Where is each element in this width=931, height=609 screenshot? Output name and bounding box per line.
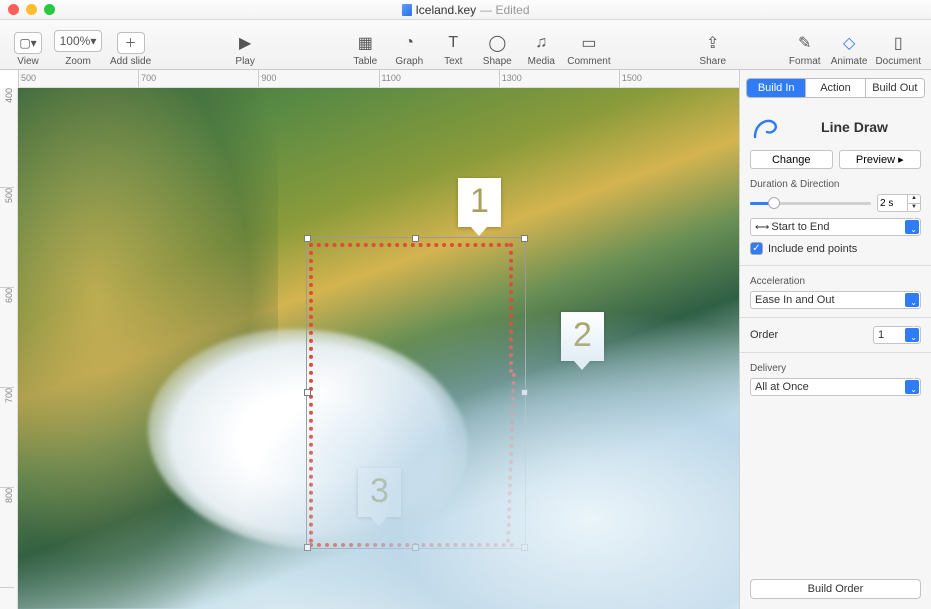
tab-build-in[interactable]: Build In (747, 79, 806, 97)
document-icon (401, 4, 411, 16)
duration-direction-label: Duration & Direction (750, 179, 921, 190)
toolbar: ▢▾ View 100% ▾ Zoom ＋ Add slide ▶ Play ▦… (0, 20, 931, 70)
fullscreen-window-button[interactable] (44, 4, 55, 15)
play-icon: ▶ (239, 33, 251, 53)
canvas[interactable]: 500700900 110013001500 400500600 700800 (0, 70, 739, 609)
slide[interactable]: 1 2 3 (18, 88, 739, 609)
titlebar: Iceland.key — Edited (0, 0, 931, 20)
step-up-icon[interactable]: ▲ (907, 194, 921, 203)
view-button[interactable]: ▢▾ View (10, 23, 46, 67)
include-endpoints-label: Include end points (768, 243, 857, 255)
shape-icon: ◯ (483, 32, 511, 54)
table-button[interactable]: ▦Table (347, 23, 383, 67)
graph-icon: ◔ (395, 32, 423, 54)
media-button[interactable]: ♫Media (523, 23, 559, 67)
change-effect-button[interactable]: Change (750, 150, 833, 169)
animate-tabs: Build In Action Build Out (746, 78, 925, 98)
resize-handle[interactable] (304, 389, 311, 396)
line-draw-icon (750, 112, 780, 142)
format-button[interactable]: ✎Format (787, 23, 823, 67)
direction-select[interactable]: ⟷ Start to End (750, 218, 921, 236)
share-icon: ⇪ (699, 32, 727, 54)
order-select[interactable]: 1 (873, 326, 921, 344)
selection-box[interactable] (307, 238, 525, 548)
tab-build-out[interactable]: Build Out (866, 79, 924, 97)
file-status: — Edited (480, 3, 529, 17)
comment-icon: ▭ (575, 32, 603, 54)
document-button[interactable]: ▯Document (875, 23, 921, 67)
resize-handle[interactable] (304, 235, 311, 242)
inspector-panel: Build In Action Build Out Line Draw Chan… (739, 70, 931, 609)
delivery-select[interactable]: All at Once (750, 378, 921, 396)
document-tb-icon: ▯ (884, 32, 912, 54)
duration-slider[interactable] (750, 195, 871, 211)
animate-icon: ◇ (835, 32, 863, 54)
minimize-window-button[interactable] (26, 4, 37, 15)
format-icon: ✎ (791, 32, 819, 54)
resize-handle[interactable] (521, 235, 528, 242)
close-window-button[interactable] (8, 4, 19, 15)
preview-button[interactable]: Preview ▸ (839, 150, 922, 169)
window-title: Iceland.key — Edited (401, 3, 529, 17)
build-order-button[interactable]: Build Order (750, 579, 921, 599)
duration-input[interactable] (877, 194, 907, 212)
share-button[interactable]: ⇪Share (695, 23, 731, 67)
effect-name: Line Draw (788, 119, 921, 135)
animate-button[interactable]: ◇Animate (831, 23, 868, 67)
view-icon: ▢▾ (19, 36, 36, 50)
direction-arrow-icon: ⟷ (755, 222, 768, 233)
include-endpoints-checkbox[interactable]: ✓ (750, 242, 763, 255)
order-label: Order (750, 329, 867, 341)
text-button[interactable]: TText (435, 23, 471, 67)
tab-action[interactable]: Action (806, 79, 865, 97)
resize-handle[interactable] (521, 389, 528, 396)
acceleration-label: Acceleration (750, 276, 921, 287)
duration-stepper[interactable]: ▲▼ (877, 194, 921, 212)
resize-handle[interactable] (304, 544, 311, 551)
map-pin-1[interactable]: 1 (458, 178, 501, 227)
step-down-icon[interactable]: ▼ (907, 203, 921, 213)
delivery-label: Delivery (750, 363, 921, 374)
add-slide-button[interactable]: ＋ Add slide (110, 23, 151, 67)
comment-button[interactable]: ▭Comment (567, 23, 610, 67)
text-icon: T (439, 32, 467, 54)
filename: Iceland.key (415, 3, 476, 17)
resize-handle[interactable] (412, 544, 419, 551)
play-button[interactable]: ▶ Play (227, 23, 263, 67)
acceleration-select[interactable]: Ease In and Out (750, 291, 921, 309)
shape-button[interactable]: ◯Shape (479, 23, 515, 67)
map-pin-2[interactable]: 2 (561, 312, 604, 361)
route-line[interactable] (309, 543, 514, 547)
media-icon: ♫ (527, 32, 555, 54)
route-line[interactable] (506, 373, 516, 543)
plus-icon: ＋ (125, 34, 137, 51)
resize-handle[interactable] (412, 235, 419, 242)
ruler-horizontal: 500700900 110013001500 (18, 70, 739, 88)
map-pin-3[interactable]: 3 (358, 468, 401, 517)
resize-handle[interactable] (521, 544, 528, 551)
ruler-vertical: 400500600 700800 (0, 88, 18, 609)
table-icon: ▦ (351, 32, 379, 54)
zoom-button[interactable]: 100% ▾ Zoom (54, 23, 102, 67)
window-controls (8, 4, 55, 15)
graph-button[interactable]: ◔Graph (391, 23, 427, 67)
glacier-graphic (148, 329, 468, 549)
